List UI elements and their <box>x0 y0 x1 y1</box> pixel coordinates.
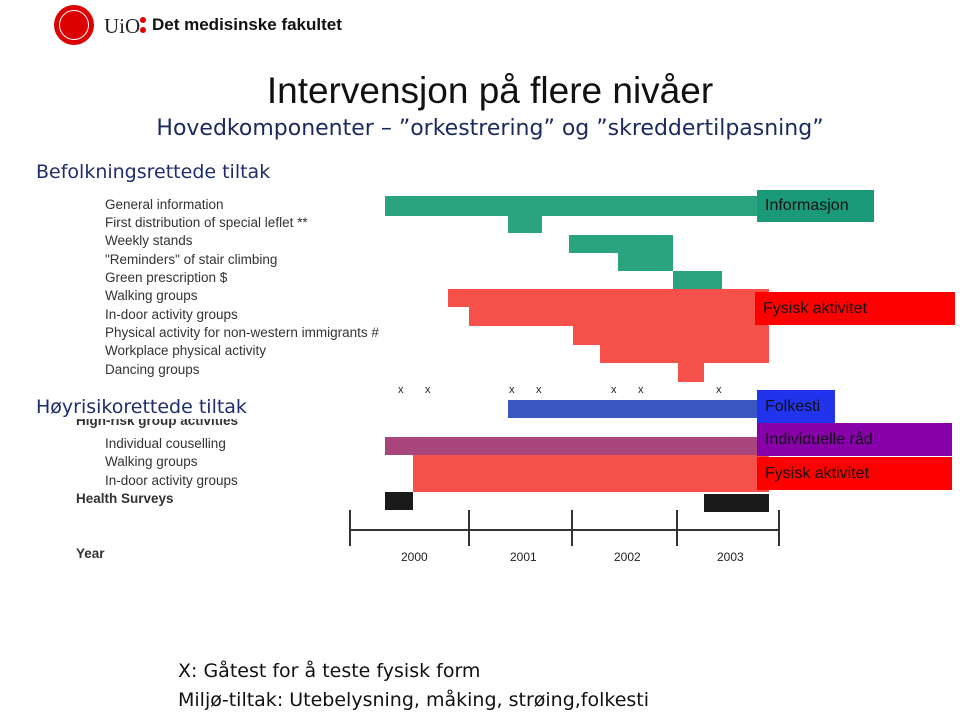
list-item: Physical activity for non-western immigr… <box>105 325 379 340</box>
legend-label: Fysisk aktivitet <box>763 299 868 317</box>
walk-test-mark: x <box>611 384 617 396</box>
legend-fysisk-aktivitet: Fysisk aktivitet <box>755 292 955 325</box>
bar-special-leaflet <box>508 216 542 233</box>
list-item: Individual couselling <box>105 436 226 451</box>
bar-stair-reminders <box>618 252 673 271</box>
axis-tick <box>349 510 351 546</box>
legend-fysisk-aktivitet-2: Fysisk aktivitet <box>757 457 952 490</box>
high-risk-header: High-risk group activities <box>76 419 239 428</box>
bar-general-information <box>385 196 769 216</box>
list-item: Dancing groups <box>105 362 200 377</box>
uio-logo-text: UiO <box>104 14 141 38</box>
bar-walking-groups <box>448 289 769 307</box>
walk-test-mark: x <box>638 384 644 396</box>
year-label: Year <box>76 546 105 561</box>
list-item: Weekly stands <box>105 233 193 248</box>
legend-individuelle-rad: Individuelle råd <box>757 423 952 456</box>
slide-subtitle: Hovedkomponenter – ”orkestrering” og ”sk… <box>156 116 824 141</box>
year-tick-label: 2003 <box>717 550 744 564</box>
walk-test-mark: x <box>536 384 542 396</box>
list-item: "Reminders" of stair climbing <box>105 252 278 267</box>
bar-health-survey-2003 <box>704 494 769 512</box>
walk-test-mark: x <box>716 384 722 396</box>
legend-label: Individuelle råd <box>765 430 873 448</box>
axis-tick <box>571 510 573 546</box>
list-item: First distribution of special leflet ** <box>105 215 308 230</box>
list-item: Walking groups <box>105 454 198 469</box>
bar-workplace <box>600 344 769 363</box>
list-item: Walking groups <box>105 288 198 303</box>
bar-individual-counselling <box>385 437 769 455</box>
axis-tick <box>778 510 780 546</box>
slide-title: Intervensjon på flere nivåer <box>266 70 714 111</box>
legend-label: Informasjon <box>765 197 849 214</box>
bar-dancing <box>678 362 704 382</box>
logo-colon-icon <box>140 16 146 34</box>
bar-high-risk-activity <box>413 455 769 492</box>
list-item: In-door activity groups <box>105 307 238 322</box>
timeline-axis <box>350 529 780 531</box>
legend-informasjon: Informasjon <box>757 190 874 222</box>
list-item: General information <box>105 197 224 212</box>
bar-immigrants <box>573 325 769 345</box>
list-item: In-door activity groups <box>105 473 238 488</box>
section-high-risk: Høyrisikorettede tiltak <box>36 396 247 418</box>
section-population: Befolkningsrettede tiltak <box>36 161 271 183</box>
list-item: Green prescription $ <box>105 270 228 285</box>
list-item: Workplace physical activity <box>105 343 267 358</box>
bar-health-survey-2000 <box>385 492 413 510</box>
faculty-name: Det medisinske fakultet <box>152 15 342 34</box>
year-tick-label: 2002 <box>614 550 641 564</box>
legend-folkesti: Folkesti <box>757 390 835 423</box>
walk-test-mark: x <box>425 384 431 396</box>
bar-weekly-stands <box>569 235 673 253</box>
health-surveys-label: Health Surveys <box>76 491 174 506</box>
uio-seal-logo <box>54 5 94 45</box>
slide: UiO Det medisinske fakultet Intervensjon… <box>0 0 960 715</box>
bar-green-prescription <box>673 271 722 290</box>
bar-indoor-groups <box>469 306 769 326</box>
walk-test-mark: x <box>398 384 404 396</box>
year-tick-label: 2000 <box>401 550 428 564</box>
year-tick-label: 2001 <box>510 550 537 564</box>
high-risk-header-clip: High-risk group activities <box>76 419 238 428</box>
bar-folkesti <box>508 400 769 418</box>
legend-label: Folkesti <box>765 397 821 415</box>
legend-label: Fysisk aktivitet <box>765 464 870 482</box>
walk-test-mark: x <box>509 384 515 396</box>
axis-tick <box>468 510 470 546</box>
footnote-walk-test: X: Gåtest for å teste fysisk form <box>178 660 481 682</box>
footnote-environment: Miljø-tiltak: Utebelysning, måking, strø… <box>178 689 650 711</box>
axis-tick <box>676 510 678 546</box>
